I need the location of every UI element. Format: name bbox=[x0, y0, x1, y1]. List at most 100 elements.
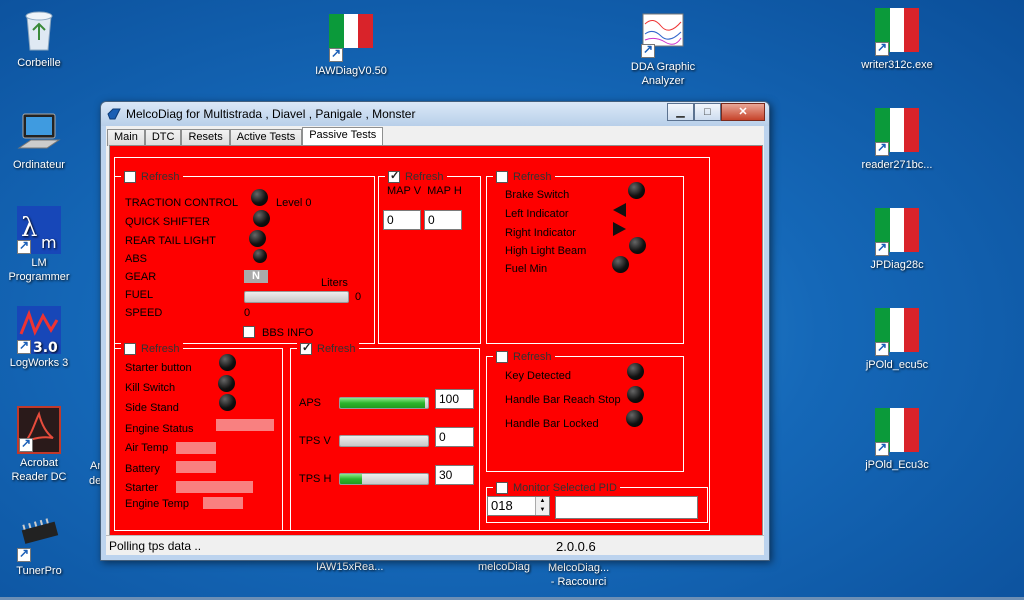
pid-value: 018 bbox=[491, 498, 513, 513]
close-button[interactable]: ✕ bbox=[721, 103, 765, 121]
title-bar[interactable]: MelcoDiag for Multistrada , Diavel , Pan… bbox=[101, 102, 769, 126]
desktop-icon-label: writer312c.exe bbox=[861, 59, 933, 71]
tab-main[interactable]: Main bbox=[107, 129, 145, 146]
shortcut-arrow-icon bbox=[329, 46, 343, 62]
desktop-icon-label: LogWorks 3 bbox=[9, 357, 69, 369]
starter-value bbox=[176, 481, 253, 493]
engine-temp-label: Engine Temp bbox=[125, 498, 190, 510]
keys-refresh-checkbox[interactable] bbox=[496, 350, 508, 363]
high-beam-label: High Light Beam bbox=[505, 245, 587, 257]
engine-refresh-checkbox[interactable] bbox=[124, 342, 136, 355]
desktop-icon-label: Corbeille bbox=[17, 57, 61, 69]
desktop-icon-dda-analyzer[interactable]: DDA Graphic Analyzer bbox=[618, 10, 708, 88]
shortcut-arrow-icon bbox=[875, 40, 889, 56]
pid-stepper[interactable]: 018 ▲ ▼ bbox=[487, 496, 550, 516]
battery-label: Battery bbox=[125, 463, 160, 475]
desktop-icon-label-partial[interactable]: MelcoDiag... - Raccourci bbox=[548, 561, 609, 589]
lights-group: Refresh bbox=[486, 170, 684, 344]
shortcut-arrow-icon bbox=[875, 240, 889, 256]
brake-switch-label: Brake Switch bbox=[505, 189, 570, 201]
traction-level-value: Level 0 bbox=[276, 197, 312, 209]
starter-label: Starter bbox=[125, 482, 159, 494]
desktop-icon-writer[interactable]: writer312c.exe bbox=[852, 8, 942, 72]
desktop-icon-jpold-ecu5c[interactable]: jPOld_ecu5c bbox=[852, 308, 942, 372]
tab-strip: Main DTC Resets Active Tests Passive Tes… bbox=[107, 127, 384, 146]
refresh-label: Refresh bbox=[513, 170, 552, 183]
tab-passive-tests[interactable]: Passive Tests bbox=[302, 127, 384, 146]
tps-h-bar bbox=[339, 473, 429, 485]
desktop-icon-label: LM Programmer bbox=[8, 257, 70, 283]
maximize-button[interactable]: □ bbox=[694, 103, 721, 121]
tps-v-value-field[interactable]: 0 bbox=[435, 427, 474, 447]
bar-locked-indicator bbox=[626, 410, 643, 427]
fuel-min-label: Fuel Min bbox=[505, 263, 548, 275]
shortcut-arrow-icon bbox=[17, 338, 31, 354]
air-temp-label: Air Temp bbox=[125, 442, 169, 454]
desktop-icon-label-partial[interactable]: IAW15xRea... bbox=[316, 561, 383, 573]
graph-analyzer-icon bbox=[641, 10, 685, 58]
reach-stop-indicator bbox=[627, 386, 644, 403]
desktop-icon-lm-programmer[interactable]: λm LM Programmer bbox=[0, 206, 84, 284]
desktop-icon-label: DDA Graphic Analyzer bbox=[630, 61, 696, 87]
desktop-icon-iawdiag[interactable]: IAWDiagV0.50 bbox=[306, 10, 396, 78]
bbs-info-label: BBS INFO bbox=[262, 327, 314, 339]
abs-indicator bbox=[253, 249, 267, 263]
melcodiag-window: MelcoDiag for Multistrada , Diavel , Pan… bbox=[100, 101, 770, 561]
right-indicator-arrow-icon bbox=[613, 222, 626, 236]
map-v-field[interactable]: 0 bbox=[383, 210, 421, 230]
stepper-arrows-icon[interactable]: ▲ ▼ bbox=[535, 497, 549, 515]
desktop-icon-logworks[interactable]: 3.0 LogWorks 3 bbox=[0, 306, 84, 370]
lights-refresh-checkbox[interactable] bbox=[496, 170, 508, 183]
left-indicator-arrow-icon bbox=[613, 203, 626, 217]
brake-switch-indicator bbox=[628, 182, 645, 199]
desktop-icon-label: jPOld_ecu5c bbox=[865, 359, 929, 371]
window-client: Main DTC Resets Active Tests Passive Tes… bbox=[106, 126, 764, 555]
high-beam-indicator bbox=[629, 237, 646, 254]
traction-control-label: TRACTION CONTROL bbox=[125, 197, 239, 209]
desktop-icon-computer[interactable]: Ordinateur bbox=[0, 108, 84, 172]
throttle-refresh-checkbox[interactable] bbox=[300, 341, 312, 355]
monitor-pid-checkbox[interactable] bbox=[496, 481, 508, 494]
refresh-label: Refresh bbox=[405, 170, 444, 183]
desktop-icon-label: jPOld_Ecu3c bbox=[865, 459, 929, 471]
italian-flag-icon bbox=[329, 14, 374, 48]
desktop-icon-acrobat[interactable]: Acrobat Reader DC bbox=[0, 406, 84, 484]
reach-stop-label: Handle Bar Reach Stop bbox=[505, 394, 621, 406]
desktop-icon-jpold-ecu3c[interactable]: jPOld_Ecu3c bbox=[852, 408, 942, 472]
refresh-checkbox[interactable] bbox=[124, 170, 136, 183]
liters-label: Liters bbox=[321, 277, 348, 289]
refresh-label: Refresh bbox=[141, 170, 180, 183]
pid-result-field[interactable] bbox=[555, 496, 698, 519]
desktop-icon-label: Acrobat Reader DC bbox=[11, 457, 67, 483]
version-label: 2.0.0.6 bbox=[556, 539, 596, 554]
computer-icon bbox=[17, 108, 61, 156]
air-temp-value bbox=[176, 442, 216, 454]
engine-status-value bbox=[216, 419, 274, 431]
shortcut-arrow-icon bbox=[17, 238, 31, 254]
tab-dtc[interactable]: DTC bbox=[144, 129, 182, 146]
desktop-icon-label-partial[interactable]: melcoDiag bbox=[478, 561, 530, 573]
minimize-button[interactable]: ▁ bbox=[667, 103, 694, 121]
status-message: Polling tps data .. bbox=[109, 539, 202, 553]
kill-switch-indicator bbox=[218, 375, 235, 392]
app-icon bbox=[107, 108, 121, 120]
tab-active-tests[interactable]: Active Tests bbox=[229, 129, 303, 146]
kill-switch-label: Kill Switch bbox=[125, 382, 176, 394]
quick-shifter-label: QUICK SHIFTER bbox=[125, 216, 210, 228]
desktop-icon-jpdiag[interactable]: JPDiag28c bbox=[852, 208, 942, 272]
desktop-icon-tunerpro[interactable]: TunerPro bbox=[0, 514, 84, 578]
aps-value-field[interactable]: 100 bbox=[435, 389, 474, 409]
desktop-icon-recycle-bin[interactable]: Corbeille bbox=[0, 6, 84, 70]
map-refresh-checkbox[interactable] bbox=[388, 169, 400, 183]
bbs-info-checkbox[interactable] bbox=[243, 326, 255, 338]
desktop-icon-label: JPDiag28c bbox=[870, 259, 924, 271]
fuel-min-indicator bbox=[612, 256, 629, 273]
tps-h-value-field[interactable]: 30 bbox=[435, 465, 474, 485]
window-title: MelcoDiag for Multistrada , Diavel , Pan… bbox=[126, 107, 416, 121]
tab-resets[interactable]: Resets bbox=[181, 129, 230, 146]
refresh-label: Refresh bbox=[513, 350, 552, 363]
lambda-icon: λm bbox=[17, 206, 61, 254]
tps-h-bar-fill bbox=[340, 474, 362, 484]
map-h-field[interactable]: 0 bbox=[424, 210, 462, 230]
desktop-icon-reader[interactable]: reader271bc... bbox=[852, 108, 942, 172]
